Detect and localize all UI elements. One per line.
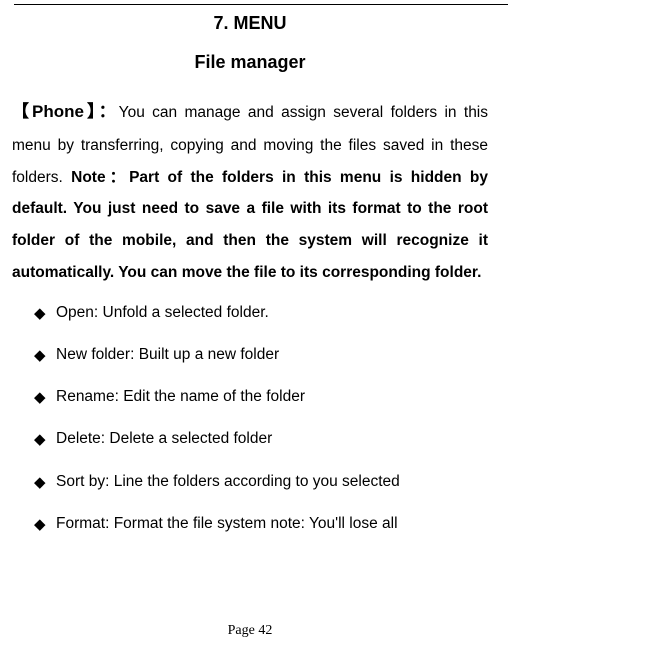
heading-menu: 7. MENU [12,13,488,34]
diamond-icon: ◆ [34,345,46,368]
list-item-text: Delete: Delete a selected folder [56,430,272,447]
list-item-text: Sort by: Line the folders according to y… [56,473,400,490]
feature-list: ◆ Open: Unfold a selected folder. ◆ New … [12,301,488,536]
phone-bracket-label: 【Phone】： [12,102,119,121]
diamond-icon: ◆ [34,472,46,495]
list-item: ◆ Format: Format the file system note: Y… [34,512,488,535]
list-item: ◆ Delete: Delete a selected folder [34,427,488,450]
list-item: ◆ Rename: Edit the name of the folder [34,385,488,408]
diamond-icon: ◆ [34,514,46,537]
diamond-icon: ◆ [34,387,46,410]
list-item: ◆ Sort by: Line the folders according to… [34,470,488,493]
heading-section: File manager [12,52,488,73]
list-item-text: New folder: Built up a new folder [56,346,279,363]
intro-paragraph: 【Phone】：You can manage and assign severa… [12,95,488,289]
list-item-text: Open: Unfold a selected folder. [56,304,269,321]
list-item-text: Rename: Edit the name of the folder [56,388,305,405]
document-page: 7. MENU File manager 【Phone】：You can man… [0,0,500,535]
horizontal-rule [14,4,508,5]
diamond-icon: ◆ [34,429,46,452]
list-item: ◆ New folder: Built up a new folder [34,343,488,366]
list-item: ◆ Open: Unfold a selected folder. [34,301,488,324]
diamond-icon: ◆ [34,303,46,326]
note-label: Note： [71,169,129,186]
page-number: Page 42 [0,623,500,639]
list-item-text: Format: Format the file system note: You… [56,515,398,532]
